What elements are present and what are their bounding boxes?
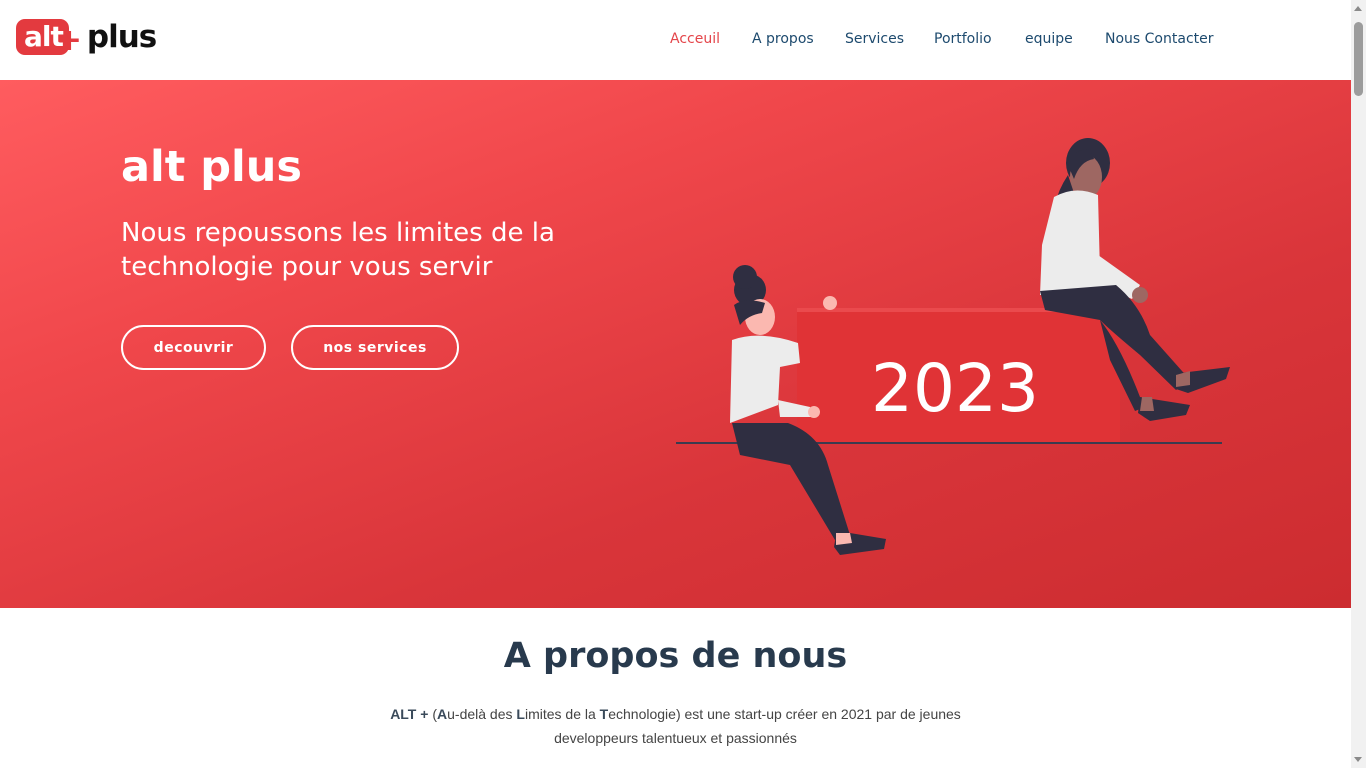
about-title: A propos de nous (503, 636, 848, 676)
acronym-word-a: u-delà des (447, 706, 517, 722)
nos-services-button[interactable]: nos services (291, 325, 459, 370)
hero-subtitle: Nous repoussons les limites de la techno… (121, 218, 555, 282)
scroll-up-icon[interactable] (1354, 6, 1362, 11)
nav-item-portfolio[interactable]: Portfolio (934, 31, 992, 47)
nav-item-equipe[interactable]: equipe (1025, 31, 1073, 47)
sign-text: 2023 (871, 350, 1039, 427)
nav-item-services[interactable]: Services (845, 31, 904, 47)
acronym-letter-t: T (599, 706, 609, 722)
scroll-down-icon[interactable] (1354, 757, 1362, 762)
site-header: alt + plus Acceuil A propos Services Por… (0, 0, 1351, 80)
nav-item-acceuil[interactable]: Acceuil (670, 31, 720, 47)
nav-item-a-propos[interactable]: A propos (752, 31, 814, 47)
acronym-letter-l: L (516, 706, 525, 722)
main-nav: Acceuil A propos Services Portfolio equi… (0, 31, 1351, 51)
about-description: ALT + (Au-delà des Limites de la Technol… (388, 702, 963, 750)
acronym-letter-a: A (437, 706, 448, 722)
about-paren: ( (428, 706, 437, 722)
scroll-thumb[interactable] (1354, 22, 1363, 96)
decouvrir-button[interactable]: decouvrir (121, 325, 266, 370)
hero-title: alt plus (121, 142, 303, 192)
acronym-word-t: echnologie (608, 706, 676, 722)
about-brand: ALT + (390, 706, 429, 722)
page-scrollbar[interactable] (1351, 0, 1366, 768)
sign-2023: 2023 (797, 308, 1120, 442)
hero-illustration: 2023 (676, 138, 1230, 555)
acronym-word-l: imites de la (524, 706, 600, 722)
hero-section: alt plus Nous repoussons les limites de … (0, 80, 1351, 608)
nav-item-nous-contacter[interactable]: Nous Contacter (1105, 31, 1214, 47)
